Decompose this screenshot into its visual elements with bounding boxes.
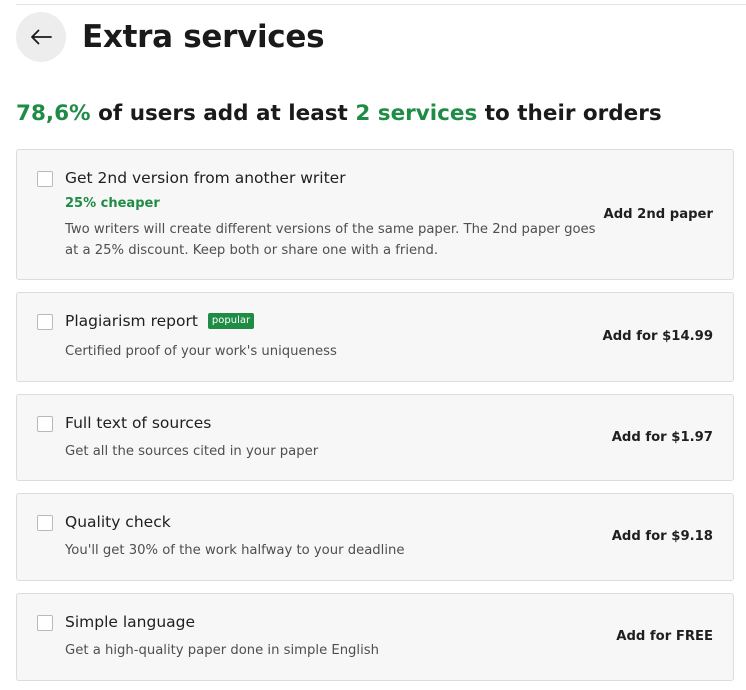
service-description: Get all the sources cited in your paper	[65, 444, 319, 459]
service-card-quality-check[interactable]: Quality check You'll get 30% of the work…	[16, 493, 734, 581]
service-checkbox[interactable]	[37, 171, 53, 187]
stats-text-after: to their orders	[477, 101, 662, 126]
service-title: Simple language	[65, 613, 196, 631]
service-card-second-version[interactable]: Get 2nd version from another writer 25% …	[16, 149, 734, 280]
add-full-text-sources-button[interactable]: Add for $1.97	[612, 429, 713, 447]
service-discount-label: 25% cheaper	[65, 196, 160, 211]
add-plagiarism-report-button[interactable]: Add for $14.99	[603, 328, 713, 346]
stats-services-count: 2 services	[355, 101, 478, 126]
service-title: Get 2nd version from another writer	[65, 169, 346, 187]
service-checkbox[interactable]	[37, 416, 53, 432]
service-title: Plagiarism report	[65, 312, 198, 330]
back-button[interactable]	[16, 12, 66, 62]
service-checkbox[interactable]	[37, 314, 53, 330]
popular-badge: popular	[207, 313, 255, 329]
service-description: Get a high-quality paper done in simple …	[65, 643, 379, 658]
service-card-simple-language[interactable]: Simple language Get a high-quality paper…	[16, 593, 734, 681]
add-simple-language-button[interactable]: Add for FREE	[616, 628, 713, 646]
service-description: Two writers will create different versio…	[65, 222, 596, 258]
service-description: You'll get 30% of the work halfway to yo…	[65, 543, 405, 558]
stats-text-before: of users add at least	[90, 101, 356, 126]
service-checkbox[interactable]	[37, 515, 53, 531]
add-quality-check-button[interactable]: Add for $9.18	[612, 528, 713, 546]
stats-headline: 78,6% of users add at least 2 services t…	[16, 98, 662, 130]
service-title: Quality check	[65, 513, 171, 531]
page-title: Extra services	[82, 19, 325, 55]
add-second-paper-button[interactable]: Add 2nd paper	[604, 206, 714, 224]
stats-percent: 78,6%	[16, 101, 91, 126]
service-card-plagiarism-report[interactable]: Plagiarism report popular Certified proo…	[16, 292, 734, 382]
service-checkbox[interactable]	[37, 615, 53, 631]
top-divider	[16, 4, 746, 5]
service-card-full-text-sources[interactable]: Full text of sources Get all the sources…	[16, 394, 734, 481]
service-title-row: Plagiarism report popular	[65, 311, 255, 331]
service-description: Certified proof of your work's uniquenes…	[65, 344, 337, 359]
service-title: Full text of sources	[65, 414, 212, 432]
arrow-left-icon	[31, 29, 52, 45]
page-header: Extra services	[16, 12, 325, 62]
